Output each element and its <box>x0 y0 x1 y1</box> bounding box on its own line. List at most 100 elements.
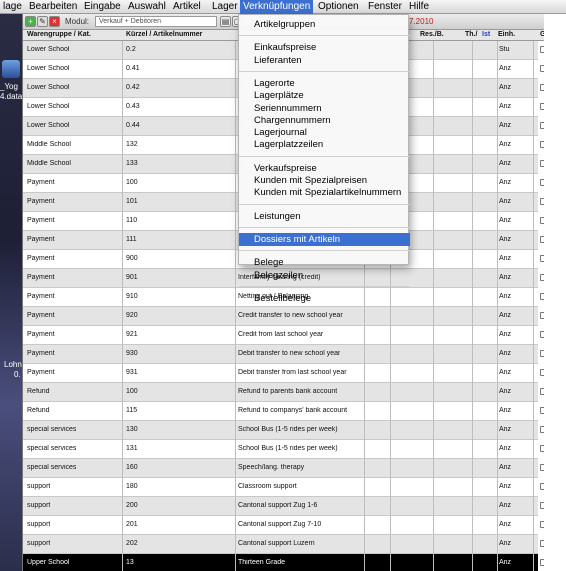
header-group[interactable]: Warengruppe / Kat. <box>27 31 91 38</box>
column-divider <box>472 535 473 554</box>
menu-item-kunden-mit-spezialartikelnummern[interactable]: Kunden mit Spezialartikelnummern <box>239 186 410 199</box>
table-row[interactable]: Payment 920 Credit transfer to new school … <box>23 307 545 326</box>
edit-icon[interactable]: ✎ <box>37 16 48 27</box>
menu-item-belegzeilen[interactable]: Belegzeilen <box>239 269 410 282</box>
menu-eingabe[interactable]: Eingabe <box>81 0 124 14</box>
cell-name: Cantonal support Zug 1-6 <box>238 502 318 509</box>
table-row[interactable]: special services 130 School Bus (1-5 rides… <box>23 421 545 440</box>
cell-unit: Anz <box>499 483 512 490</box>
table-row[interactable]: support 202 Cantonal support Luzern Anz <box>23 535 545 554</box>
cell-code: 115 <box>126 407 138 414</box>
table-row[interactable]: Refund 115 Refund to companys' bank accoun… <box>23 402 545 421</box>
column-divider <box>122 402 123 421</box>
column-divider <box>497 98 498 117</box>
table-row[interactable]: Refund 100 Refund to parents bank account A… <box>23 383 545 402</box>
cell-unit: Stu <box>499 46 510 53</box>
column-divider <box>497 383 498 402</box>
menu-fenster[interactable]: Fenster <box>365 0 405 14</box>
column-divider <box>433 98 434 117</box>
menu-item-dossiers-mit-artikeln[interactable]: Dossiers mit Artikeln <box>239 232 410 246</box>
column-divider <box>533 516 534 535</box>
menu-hilfe[interactable]: Hilfe <box>406 0 432 14</box>
add-icon[interactable]: + <box>25 16 36 27</box>
print-icon[interactable]: ▤ <box>220 16 231 27</box>
table-row[interactable]: support 180 Classroom support Anz <box>23 478 545 497</box>
delete-icon[interactable]: × <box>49 16 60 27</box>
column-divider <box>390 459 391 478</box>
column-divider <box>472 516 473 535</box>
column-divider <box>497 231 498 250</box>
column-divider <box>364 402 365 421</box>
column-divider <box>472 326 473 345</box>
menu-item-leistungen[interactable]: Leistungen <box>239 210 410 223</box>
column-divider <box>235 478 236 497</box>
column-divider <box>497 554 498 571</box>
column-divider <box>533 307 534 326</box>
column-divider <box>497 79 498 98</box>
column-divider <box>472 364 473 383</box>
cell-group: Payment <box>27 274 55 281</box>
menu-lager[interactable]: Lager <box>209 0 241 14</box>
cell-unit: Anz <box>499 236 512 243</box>
header-unit[interactable]: Einh. <box>498 31 515 38</box>
column-divider <box>472 60 473 79</box>
column-divider <box>390 440 391 459</box>
desktop-label-4: 0. <box>14 370 21 379</box>
column-divider <box>235 345 236 364</box>
cell-code: 201 <box>126 521 138 528</box>
column-divider <box>433 250 434 269</box>
column-divider <box>235 250 236 269</box>
header-th[interactable]: Th./ <box>465 31 477 38</box>
menu-item-bestellbelege[interactable]: Bestellbelege <box>239 292 410 305</box>
column-divider <box>390 402 391 421</box>
desktop-label-2: 4.data <box>0 92 22 101</box>
cell-code: 900 <box>126 255 138 262</box>
column-divider <box>497 288 498 307</box>
header-code[interactable]: Kürzel / Artikelnummer <box>126 31 202 38</box>
cell-group: Payment <box>27 369 55 376</box>
menu-item-lagerjournal[interactable]: Lagerjournal <box>239 126 410 139</box>
menu-item-lagerplätze[interactable]: Lagerplätze <box>239 89 410 102</box>
cell-unit: Anz <box>499 464 512 471</box>
header-resb[interactable]: Res./B. <box>420 31 444 38</box>
menu-artikel[interactable]: Artikel <box>170 0 204 14</box>
table-row[interactable]: special services 160 Speech/lang. therapy A… <box>23 459 545 478</box>
menu-bearbeiten[interactable]: Bearbeiten <box>26 0 80 14</box>
cell-group: special services <box>27 464 77 471</box>
module-select[interactable]: Verkauf + Debitoren <box>95 16 217 27</box>
menu-item-chargennummern[interactable]: Chargennummern <box>239 114 410 127</box>
column-divider <box>235 79 236 98</box>
table-row[interactable]: support 200 Cantonal support Zug 1-6 Anz <box>23 497 545 516</box>
table-row[interactable]: Payment 921 Credit from last school year An… <box>23 326 545 345</box>
menu-item-lieferanten[interactable]: Lieferanten <box>239 54 410 67</box>
desktop-file-icon[interactable] <box>2 60 20 78</box>
column-divider <box>433 231 434 250</box>
menu-item-belege[interactable]: Belege <box>239 256 410 269</box>
menu-item-seriennummern[interactable]: Seriennummern <box>239 102 410 115</box>
table-row[interactable]: Payment 930 Debit transfer to new school y… <box>23 345 545 364</box>
menu-item-einkaufspreise[interactable]: Einkaufspreise <box>239 41 410 54</box>
cell-name: Cantonal support Zug 7-10 <box>238 521 322 528</box>
table-row[interactable]: Payment 931 Debit transfer from last schoo… <box>23 364 545 383</box>
header-ist[interactable]: Ist <box>482 31 490 38</box>
menu-auswahl[interactable]: Auswahl <box>125 0 169 14</box>
cell-name: Cantonal support Luzern <box>238 540 315 547</box>
menu-verknuepfungen[interactable]: Verknüpfungen <box>240 0 314 14</box>
menu-item-lagerplatzzeilen[interactable]: Lagerplatzzeilen <box>239 138 410 151</box>
menu-item-kunden-mit-spezialpreisen[interactable]: Kunden mit Spezialpreisen <box>239 174 410 187</box>
table-row[interactable]: support 201 Cantonal support Zug 7-10 Anz <box>23 516 545 535</box>
cell-group: support <box>27 502 51 509</box>
table-row[interactable]: Upper School 13 Thirteen Grade Anz <box>23 554 545 571</box>
column-divider <box>390 345 391 364</box>
cell-code: 0.41 <box>126 65 140 72</box>
column-divider <box>390 554 391 571</box>
column-divider <box>533 117 534 136</box>
menu-optionen[interactable]: Optionen <box>315 0 362 14</box>
table-row[interactable]: special services 131 School Bus (1-5 rides… <box>23 440 545 459</box>
cell-group: Refund <box>27 407 50 414</box>
menu-item-verkaufspreise[interactable]: Verkaufspreise <box>239 162 410 175</box>
column-divider <box>364 364 365 383</box>
menu-item-artikelgruppen[interactable]: Artikelgruppen <box>239 18 410 31</box>
menu-item-lagerorte[interactable]: Lagerorte <box>239 77 410 90</box>
menu-lage[interactable]: lage <box>0 0 25 14</box>
